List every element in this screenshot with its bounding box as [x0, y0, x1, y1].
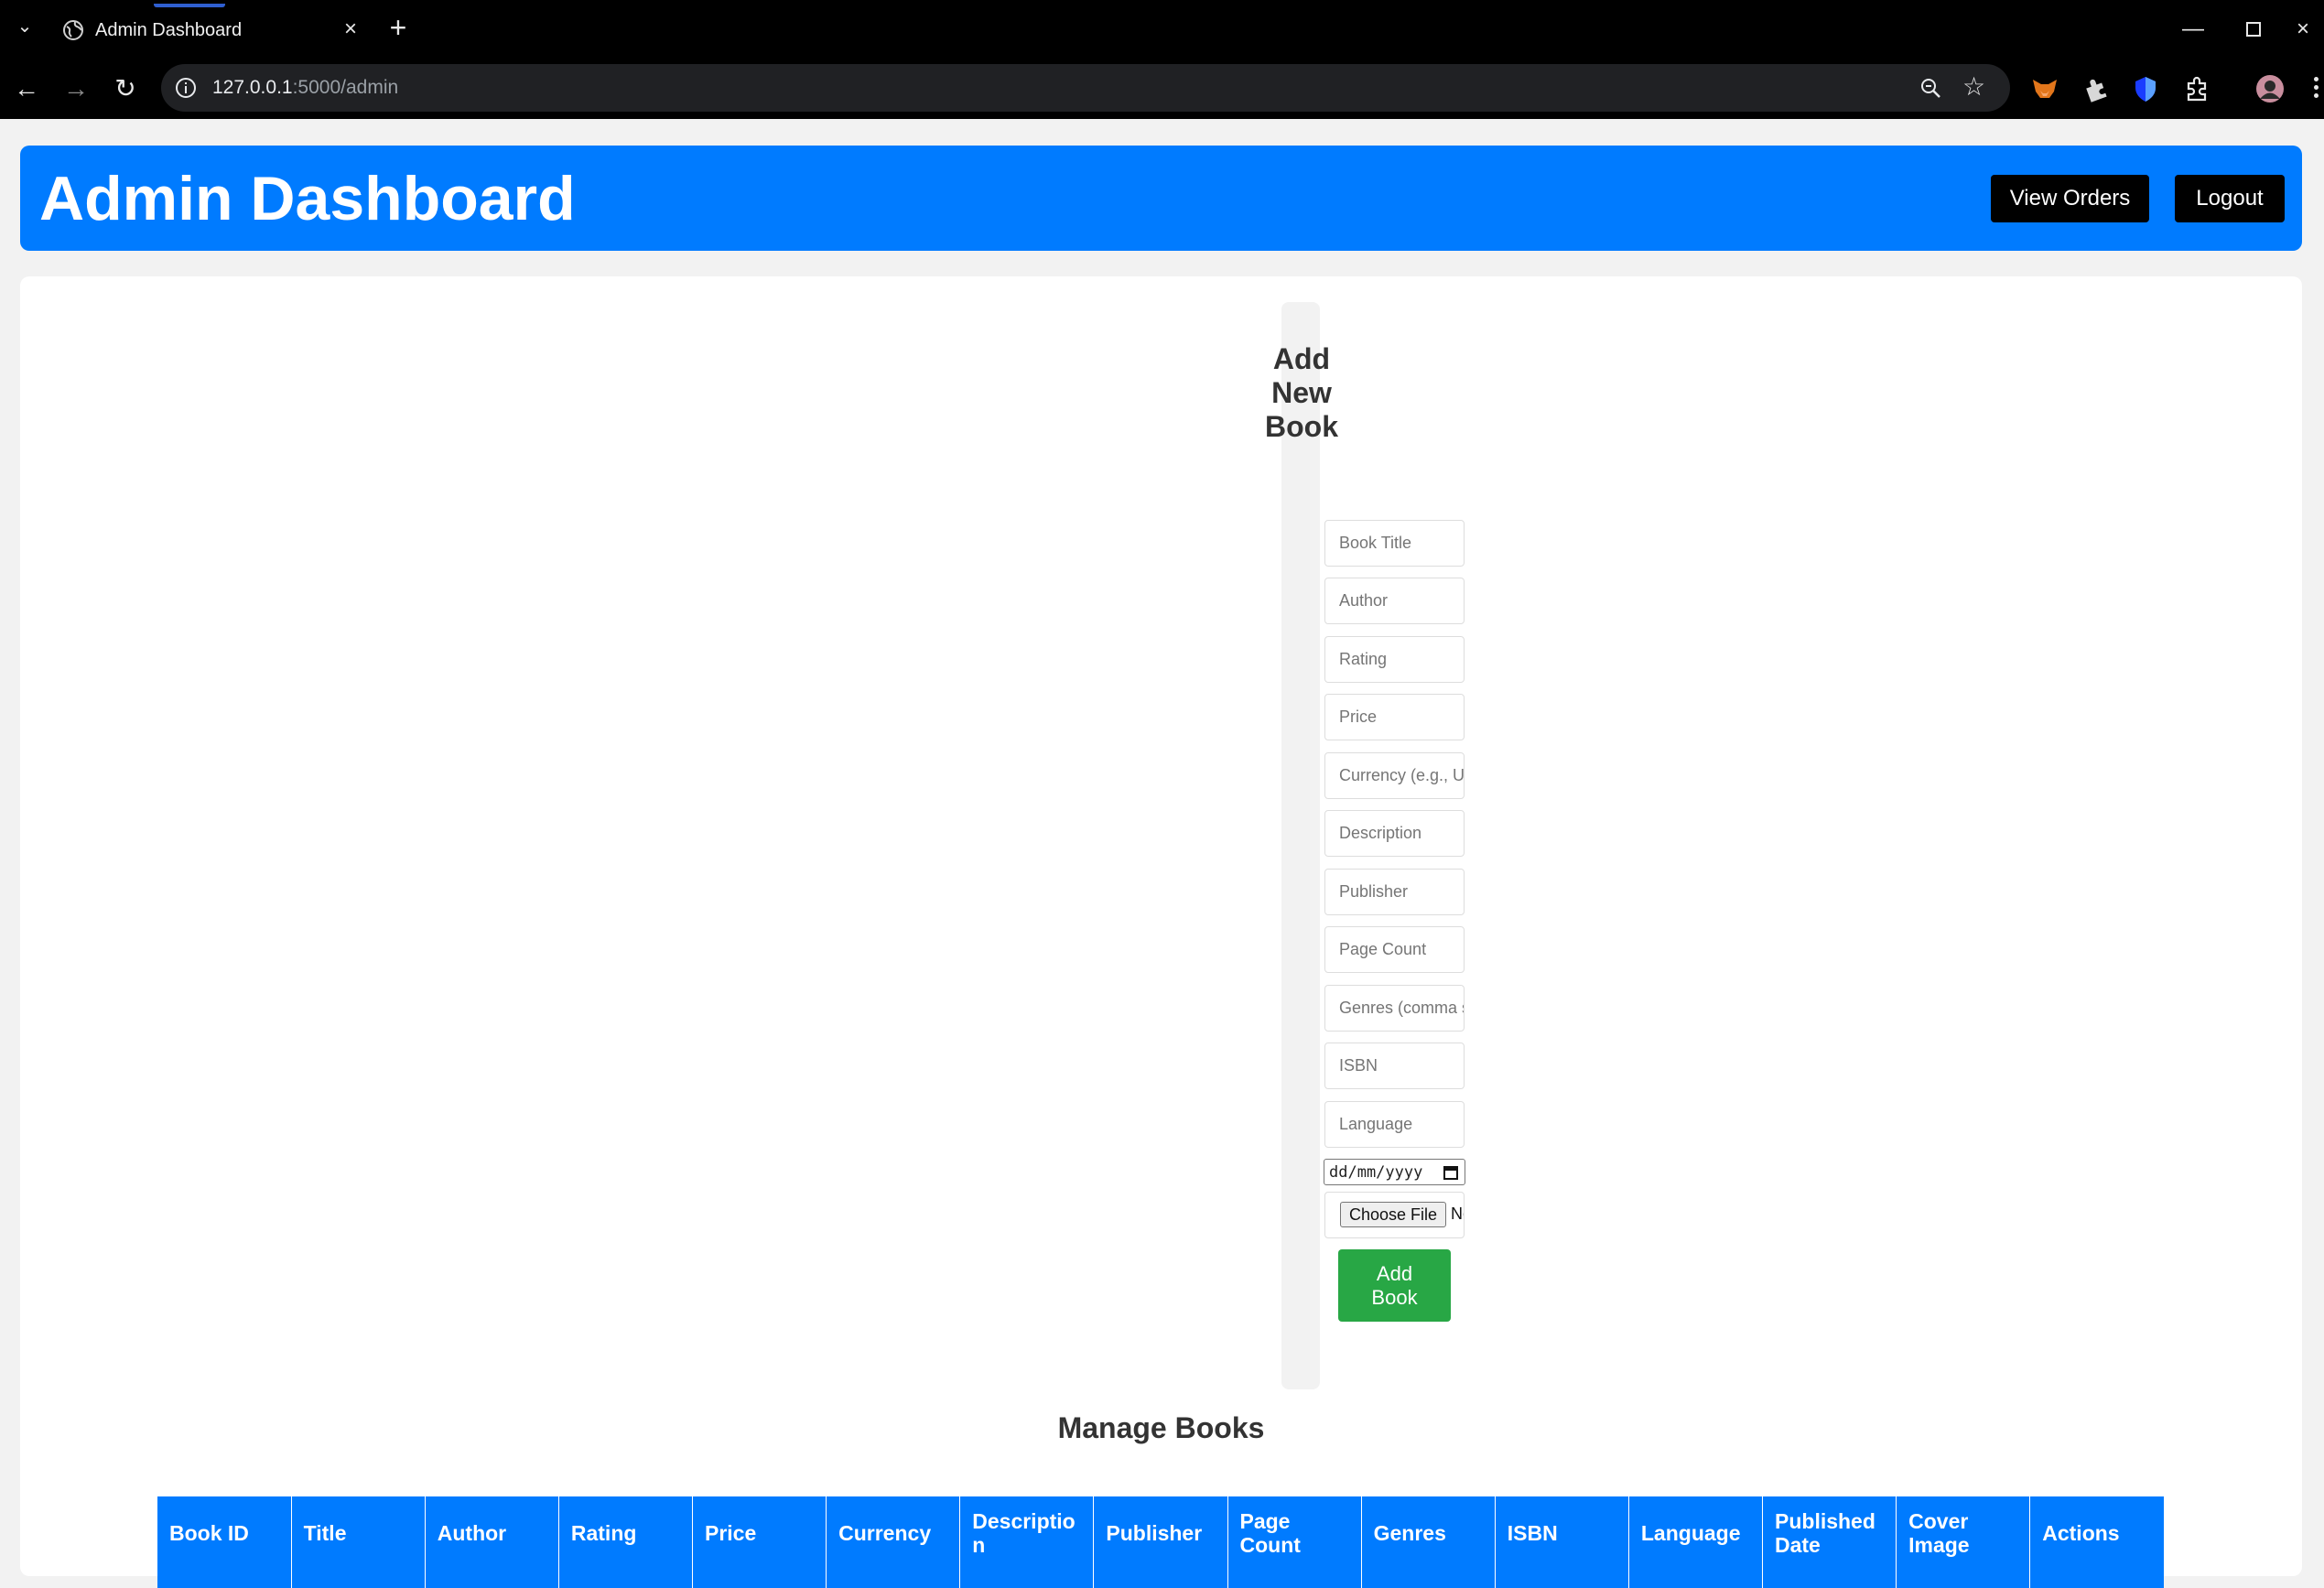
author-input[interactable]	[1324, 578, 1465, 624]
fox-extension-icon[interactable]	[2030, 74, 2059, 103]
site-info-icon[interactable]	[174, 76, 198, 100]
date-placeholder: dd/mm/yyyy	[1329, 1163, 1423, 1182]
add-book-button-label: Book	[1371, 1285, 1418, 1309]
shield-extension-icon[interactable]	[2131, 74, 2160, 103]
page-count-input[interactable]	[1324, 926, 1465, 973]
column-header: Published Date	[1762, 1496, 1897, 1588]
column-header: Price	[692, 1496, 827, 1588]
cover-image-file-input[interactable]: Choose File No file chosen	[1324, 1192, 1465, 1238]
add-book-button-label: Add	[1376, 1261, 1413, 1285]
globe-icon	[63, 20, 83, 40]
description-input[interactable]	[1324, 810, 1465, 857]
add-book-form-panel	[1281, 302, 1320, 1389]
isbn-input[interactable]	[1324, 1042, 1465, 1089]
add-book-button[interactable]: Add Book	[1338, 1249, 1451, 1322]
forward-icon[interactable]: →	[59, 71, 93, 106]
published-date-input[interactable]: dd/mm/yyyy	[1324, 1159, 1465, 1185]
zoom-icon[interactable]	[1919, 76, 1942, 100]
new-tab-icon[interactable]: +	[383, 13, 414, 44]
maximize-icon[interactable]	[2235, 13, 2272, 46]
column-header: Currency	[826, 1496, 961, 1588]
view-orders-button[interactable]: View Orders	[1991, 175, 2149, 222]
tab-title: Admin Dashboard	[95, 20, 243, 40]
main-content: Add New Book dd/mm/yyyy Choose File No f…	[20, 276, 2302, 1588]
extensions-icon[interactable]	[2182, 74, 2211, 103]
profile-avatar-icon[interactable]	[2255, 74, 2285, 103]
file-status: No file chosen	[1451, 1205, 1464, 1223]
tab-close-icon[interactable]: ×	[337, 16, 364, 43]
column-header: Page Count	[1227, 1496, 1362, 1588]
tab-search-chevron-icon[interactable]: ⌄	[13, 15, 37, 38]
browser-toolbar: ← → ↻ 127.0.0.1:5000/admin ☆	[0, 59, 2324, 119]
add-book-heading-line: New	[1271, 376, 1332, 409]
currency-input[interactable]	[1324, 752, 1465, 799]
column-header: Description	[959, 1496, 1095, 1588]
browser-tab-bar: ⌄ Admin Dashboard × + — ×	[0, 0, 2324, 59]
book-title-input[interactable]	[1324, 520, 1465, 567]
column-header: Language	[1628, 1496, 1764, 1588]
page-title: Admin Dashboard	[39, 164, 576, 233]
column-header: Publisher	[1093, 1496, 1228, 1588]
column-header: Author	[425, 1496, 559, 1588]
column-header: Genres	[1361, 1496, 1496, 1588]
choose-file-button[interactable]: Choose File	[1340, 1202, 1446, 1227]
publisher-input[interactable]	[1324, 869, 1465, 915]
books-table: Book ID Title Author Rating Price Curren…	[157, 1496, 2164, 1588]
language-input[interactable]	[1324, 1101, 1465, 1148]
puzzle-extension-icon[interactable]	[2081, 74, 2111, 103]
browser-tab[interactable]: Admin Dashboard ×	[51, 4, 372, 59]
logout-button[interactable]: Logout	[2175, 175, 2285, 222]
reload-icon[interactable]: ↻	[108, 71, 143, 106]
table-header-row: Book ID Title Author Rating Price Curren…	[157, 1496, 2164, 1588]
manage-books-heading: Manage Books	[1057, 1411, 1265, 1444]
address-bar[interactable]: 127.0.0.1:5000/admin ☆	[161, 64, 2010, 112]
column-header: Title	[291, 1496, 426, 1588]
column-header: Cover Image	[1896, 1496, 2031, 1588]
minimize-icon[interactable]: —	[2175, 13, 2211, 46]
column-header: Actions	[2029, 1496, 2164, 1588]
admin-header: Admin Dashboard View Orders Logout	[20, 146, 2302, 251]
add-book-heading-line: Add	[1272, 342, 1331, 375]
rating-input[interactable]	[1324, 636, 1465, 683]
bookmark-star-icon[interactable]: ☆	[1962, 73, 1985, 101]
back-icon[interactable]: ←	[9, 71, 44, 106]
genres-input[interactable]	[1324, 985, 1465, 1032]
column-header: Book ID	[157, 1496, 292, 1588]
browser-menu-icon[interactable]	[2314, 77, 2319, 103]
url-text[interactable]: 127.0.0.1:5000/admin	[212, 77, 398, 99]
price-input[interactable]	[1324, 694, 1465, 740]
close-window-icon[interactable]: ×	[2297, 13, 2324, 46]
add-book-heading: Add New Book	[1263, 342, 1340, 444]
column-header: Rating	[558, 1496, 694, 1588]
tab-accent	[154, 4, 225, 7]
add-book-heading-line: Book	[1265, 410, 1338, 443]
column-header: ISBN	[1495, 1496, 1629, 1588]
calendar-icon[interactable]	[1443, 1164, 1459, 1181]
